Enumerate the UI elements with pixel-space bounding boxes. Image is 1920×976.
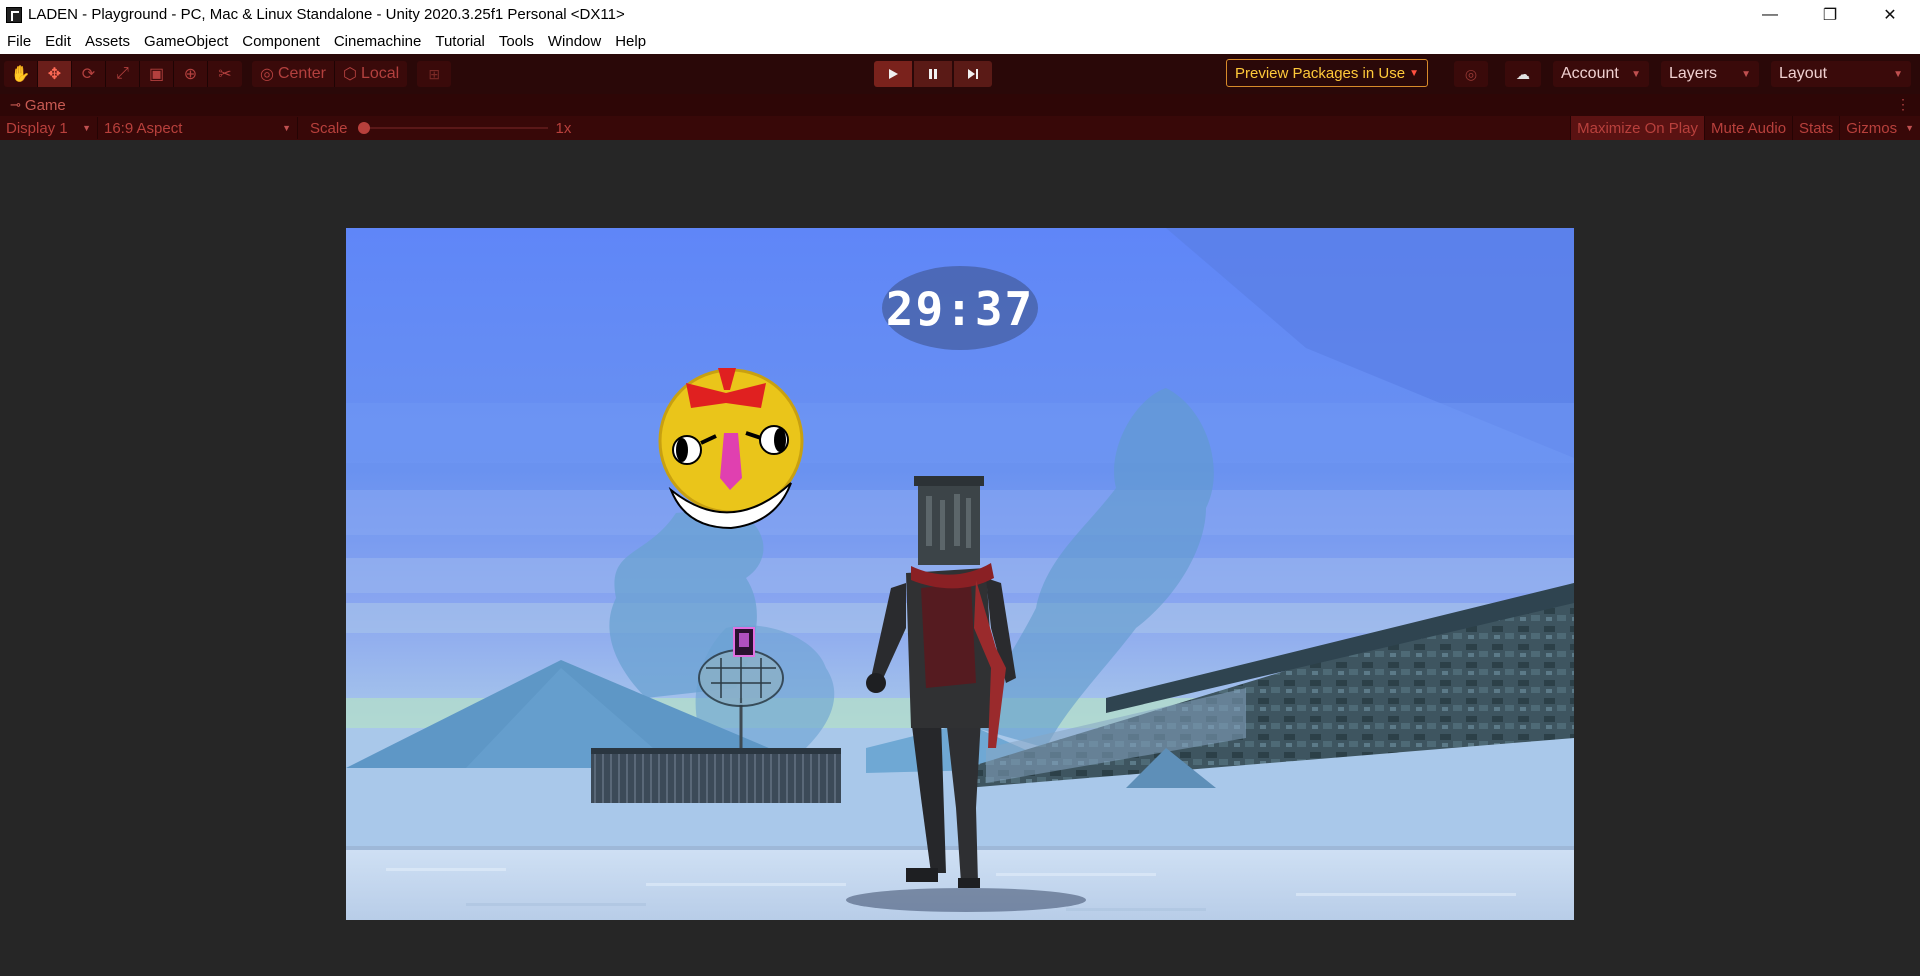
menu-tools[interactable]: Tools xyxy=(492,29,541,54)
hand-tool-icon[interactable]: ✋ xyxy=(4,61,38,87)
step-button[interactable] xyxy=(954,61,992,87)
stats-toggle[interactable]: Stats xyxy=(1792,116,1839,140)
chevron-down-icon: ▼ xyxy=(82,123,91,133)
menu-file[interactable]: File xyxy=(0,29,38,54)
pause-icon xyxy=(929,69,937,79)
chevron-down-icon: ▼ xyxy=(1409,67,1419,79)
pivot-rotation-label: Local xyxy=(360,65,400,82)
gizmos-dropdown[interactable]: Gizmos ▼ xyxy=(1839,116,1920,140)
menu-bar: File Edit Assets GameObject Component Ci… xyxy=(0,29,1920,54)
menu-cinemachine[interactable]: Cinemachine xyxy=(327,29,429,54)
display-dropdown[interactable]: Display 1 ▼ xyxy=(0,117,98,139)
collab-icon[interactable]: ◎ xyxy=(1454,61,1488,87)
game-view-controls: Display 1 ▼ 16:9 Aspect ▼ Scale 1x Maxim… xyxy=(0,116,1920,140)
scale-slider[interactable] xyxy=(357,117,548,139)
layers-dropdown[interactable]: Layers ▼ xyxy=(1661,61,1759,87)
pause-button[interactable] xyxy=(914,61,952,87)
aspect-dropdown[interactable]: 16:9 Aspect ▼ xyxy=(98,117,298,139)
menu-help[interactable]: Help xyxy=(608,29,653,54)
maximize-on-play-toggle[interactable]: Maximize On Play xyxy=(1570,116,1704,140)
menu-window[interactable]: Window xyxy=(541,29,608,54)
window-title-bar: LADEN - Playground - PC, Mac & Linux Sta… xyxy=(0,0,1920,29)
chevron-down-icon: ▼ xyxy=(1893,68,1903,80)
layout-label: Layout xyxy=(1779,65,1828,82)
scale-label: Scale xyxy=(310,119,348,137)
preview-packages-label: Preview Packages in Use xyxy=(1235,64,1406,82)
pivot-mode-label: Center xyxy=(277,65,326,82)
scale-slider-track xyxy=(357,127,548,129)
aspect-label: 16:9 Aspect xyxy=(104,119,183,137)
menu-component[interactable]: Component xyxy=(235,29,327,54)
game-render[interactable]: 29:37 xyxy=(346,228,1574,920)
menu-edit[interactable]: Edit xyxy=(38,29,78,54)
game-viewport: 29:37 xyxy=(0,140,1920,976)
main-toolbar: ✋ ✥ ⟳ ⤢ ▣ ⊕ ✂ ◎ Center ⬡ Local ⊞ Preview… xyxy=(0,54,1920,94)
minimize-button[interactable]: — xyxy=(1740,0,1800,29)
layout-dropdown[interactable]: Layout ▼ xyxy=(1771,61,1911,87)
kebab-menu-icon[interactable]: ⋮ xyxy=(1896,96,1910,113)
play-button[interactable] xyxy=(874,61,912,87)
local-cube-icon: ⬡ xyxy=(343,66,357,83)
preview-packages-dropdown[interactable]: Preview Packages in Use ▼ xyxy=(1226,59,1428,87)
chevron-down-icon: ▼ xyxy=(1631,68,1641,80)
unity-logo-icon xyxy=(6,6,22,23)
gamepad-icon: ⊸ xyxy=(10,97,21,112)
mute-audio-toggle[interactable]: Mute Audio xyxy=(1703,116,1792,140)
account-label: Account xyxy=(1561,65,1619,82)
timer-text: 29:37 xyxy=(886,282,1034,336)
tab-game[interactable]: ⊸ Game xyxy=(0,97,66,114)
scale-slider-thumb[interactable] xyxy=(357,122,370,134)
transform-tools: ✋ ✥ ⟳ ⤢ ▣ ⊕ ✂ xyxy=(4,61,242,87)
menu-tutorial[interactable]: Tutorial xyxy=(428,29,491,54)
pivot-rotation-button[interactable]: ⬡ Local xyxy=(335,61,408,87)
grid-snap-icon[interactable]: ⊞ xyxy=(417,61,452,87)
rect-tool-icon[interactable]: ▣ xyxy=(140,61,174,87)
timer-badge: 29:37 xyxy=(882,266,1038,350)
tab-game-label: Game xyxy=(24,96,66,114)
game-tab-bar: ⊸ Game ⋮ xyxy=(0,94,1920,116)
maximize-button[interactable]: ❐ xyxy=(1800,0,1860,29)
transform-tool-icon[interactable]: ⊕ xyxy=(174,61,208,87)
layers-label: Layers xyxy=(1669,65,1718,82)
playback-controls xyxy=(874,61,992,87)
chevron-down-icon: ▼ xyxy=(1741,68,1751,80)
pivot-center-icon: ◎ xyxy=(260,66,274,83)
pivot-toggles: ◎ Center ⬡ Local xyxy=(252,61,408,87)
menu-gameobject[interactable]: GameObject xyxy=(137,29,235,54)
scale-value: 1x xyxy=(555,119,572,137)
scale-tool-icon[interactable]: ⤢ xyxy=(106,61,140,87)
rotate-tool-icon[interactable]: ⟳ xyxy=(72,61,106,87)
pivot-mode-button[interactable]: ◎ Center xyxy=(252,61,335,87)
chevron-down-icon: ▼ xyxy=(1905,123,1914,133)
move-tool-icon[interactable]: ✥ xyxy=(38,61,72,87)
game-scene: 29:37 xyxy=(346,228,1574,920)
menu-assets[interactable]: Assets xyxy=(78,29,137,54)
gizmos-label: Gizmos xyxy=(1846,119,1898,137)
close-button[interactable]: ✕ xyxy=(1860,0,1920,29)
window-title: LADEN - Playground - PC, Mac & Linux Sta… xyxy=(28,6,625,23)
cloud-icon[interactable]: ☁ xyxy=(1505,61,1541,87)
chevron-down-icon: ▼ xyxy=(282,123,291,133)
play-icon xyxy=(889,69,898,79)
display-label: Display 1 xyxy=(6,119,68,137)
custom-tool-icon[interactable]: ✂ xyxy=(208,61,242,87)
account-dropdown[interactable]: Account ▼ xyxy=(1553,61,1649,87)
step-icon xyxy=(968,69,978,79)
